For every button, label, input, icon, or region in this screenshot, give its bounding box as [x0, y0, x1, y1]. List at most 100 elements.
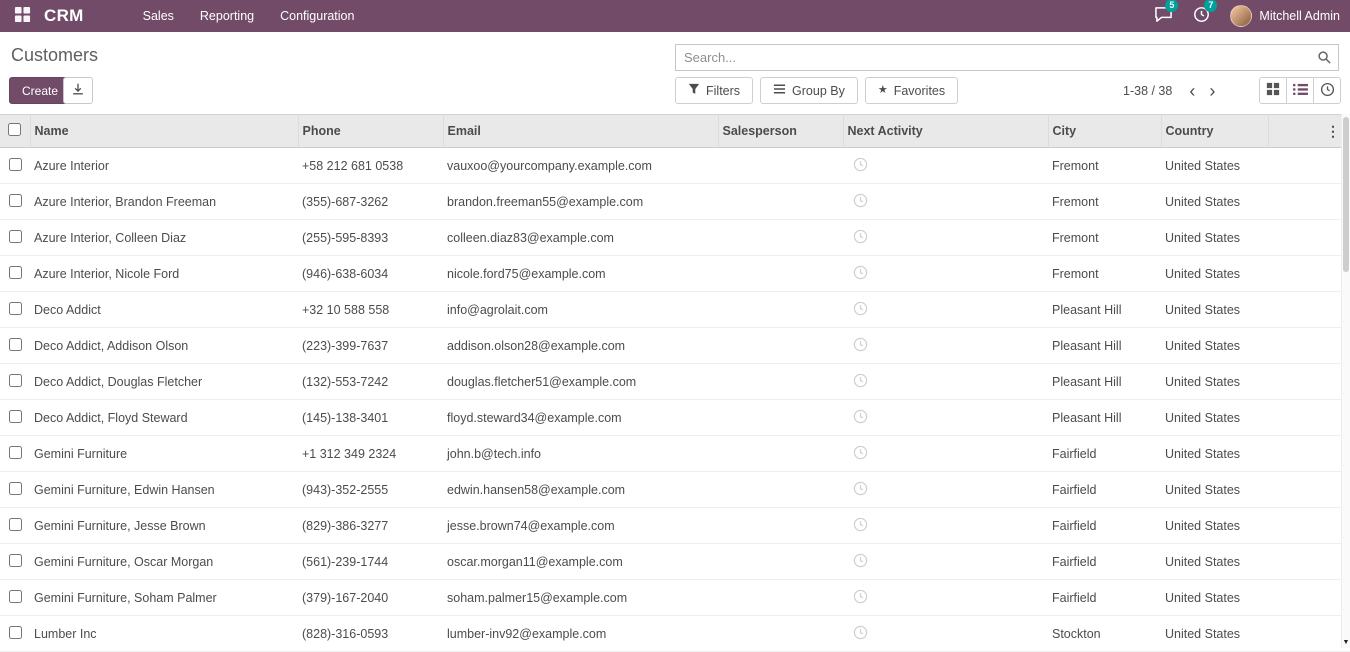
table-row[interactable]: Gemini Furniture, Edwin Hansen(943)-352-… [0, 472, 1350, 508]
cell-salesperson [718, 472, 843, 508]
activities-button[interactable]: 7 [1193, 6, 1210, 26]
cell-email: nicole.ford75@example.com [443, 256, 718, 292]
next-activity-clock-icon[interactable] [853, 589, 868, 604]
user-avatar [1230, 5, 1252, 27]
row-checkbox[interactable] [9, 518, 22, 531]
column-header-city[interactable]: City [1048, 115, 1161, 148]
table-row[interactable]: Azure Interior, Nicole Ford(946)-638-603… [0, 256, 1350, 292]
select-all-checkbox[interactable] [8, 123, 21, 136]
next-activity-clock-icon[interactable] [853, 265, 868, 280]
table-row[interactable]: Azure Interior, Brandon Freeman(355)-687… [0, 184, 1350, 220]
next-activity-clock-icon[interactable] [853, 193, 868, 208]
row-checkbox[interactable] [9, 266, 22, 279]
cell-salesperson [718, 328, 843, 364]
export-button[interactable] [63, 77, 93, 104]
row-checkbox[interactable] [9, 302, 22, 315]
cell-next-activity [843, 544, 1048, 580]
messages-button[interactable]: 5 [1154, 6, 1173, 26]
cell-salesperson [718, 508, 843, 544]
table-row[interactable]: Deco Addict+32 10 588 558info@agrolait.c… [0, 292, 1350, 328]
pager: 1-38 / 38 ‹ › [1123, 77, 1222, 104]
cell-next-activity [843, 292, 1048, 328]
next-activity-clock-icon[interactable] [853, 373, 868, 388]
menu-reporting[interactable]: Reporting [187, 0, 267, 32]
table-row[interactable]: Gemini Furniture, Soham Palmer(379)-167-… [0, 580, 1350, 616]
row-checkbox[interactable] [9, 158, 22, 171]
app-title[interactable]: CRM [44, 6, 84, 26]
filters-label: Filters [706, 84, 740, 98]
customer-table-body: Azure Interior+58 212 681 0538vauxoo@you… [0, 148, 1350, 652]
next-activity-clock-icon[interactable] [853, 625, 868, 640]
cell-phone: (132)-553-7242 [298, 364, 443, 400]
cell-name: Gemini Furniture, Jesse Brown [30, 508, 298, 544]
next-activity-clock-icon[interactable] [853, 445, 868, 460]
row-checkbox-cell [0, 328, 30, 364]
cell-next-activity [843, 616, 1048, 652]
pager-previous-button[interactable]: ‹ [1182, 81, 1202, 101]
next-activity-clock-icon[interactable] [853, 481, 868, 496]
next-activity-clock-icon[interactable] [853, 157, 868, 172]
row-checkbox[interactable] [9, 338, 22, 351]
menu-sales[interactable]: Sales [130, 0, 187, 32]
cell-name: Gemini Furniture, Oscar Morgan [30, 544, 298, 580]
favorites-button[interactable]: ★ Favorites [865, 77, 958, 104]
next-activity-clock-icon[interactable] [853, 301, 868, 316]
cell-email: lumber-inv92@example.com [443, 616, 718, 652]
filters-button[interactable]: Filters [675, 77, 753, 104]
column-header-country[interactable]: Country [1161, 115, 1268, 148]
row-checkbox[interactable] [9, 194, 22, 207]
row-checkbox[interactable] [9, 410, 22, 423]
row-checkbox[interactable] [9, 626, 22, 639]
pager-next-button[interactable]: › [1202, 81, 1222, 101]
row-checkbox[interactable] [9, 446, 22, 459]
table-row[interactable]: Azure Interior, Colleen Diaz(255)-595-83… [0, 220, 1350, 256]
scrollbar-thumb[interactable] [1343, 117, 1349, 272]
search-icon[interactable] [1317, 50, 1332, 68]
column-header-phone[interactable]: Phone [298, 115, 443, 148]
table-row[interactable]: Lumber Inc(828)-316-0593lumber-inv92@exa… [0, 616, 1350, 652]
next-activity-clock-icon[interactable] [853, 553, 868, 568]
next-activity-clock-icon[interactable] [853, 409, 868, 424]
table-row[interactable]: Deco Addict, Addison Olson(223)-399-7637… [0, 328, 1350, 364]
activity-view-button[interactable] [1313, 77, 1341, 104]
group-by-button[interactable]: Group By [760, 77, 858, 104]
table-row[interactable]: Gemini Furniture, Jesse Brown(829)-386-3… [0, 508, 1350, 544]
kanban-view-button[interactable] [1259, 77, 1287, 104]
table-row[interactable]: Deco Addict, Douglas Fletcher(132)-553-7… [0, 364, 1350, 400]
customer-table: Name Phone Email Salesperson Next Activi… [0, 114, 1350, 652]
row-checkbox[interactable] [9, 374, 22, 387]
row-checkbox[interactable] [9, 590, 22, 603]
next-activity-clock-icon[interactable] [853, 229, 868, 244]
optional-columns-toggle-icon[interactable]: ⋮ [1326, 123, 1340, 139]
menu-configuration[interactable]: Configuration [267, 0, 367, 32]
next-activity-clock-icon[interactable] [853, 517, 868, 532]
cell-city: Stockton [1048, 616, 1161, 652]
column-header-name[interactable]: Name [30, 115, 298, 148]
row-checkbox-cell [0, 292, 30, 328]
column-header-email[interactable]: Email [443, 115, 718, 148]
table-row[interactable]: Azure Interior+58 212 681 0538vauxoo@you… [0, 148, 1350, 184]
row-checkbox[interactable] [9, 230, 22, 243]
user-menu[interactable]: Mitchell Admin [1230, 5, 1340, 27]
scrollbar-down-arrow[interactable]: ▼ [1342, 638, 1350, 647]
row-checkbox[interactable] [9, 482, 22, 495]
cell-email: colleen.diaz83@example.com [443, 220, 718, 256]
list-view-button[interactable] [1286, 77, 1314, 104]
create-button[interactable]: Create [9, 77, 71, 104]
table-row[interactable]: Deco Addict, Floyd Steward(145)-138-3401… [0, 400, 1350, 436]
messages-badge: 5 [1165, 0, 1178, 12]
cell-salesperson [718, 220, 843, 256]
row-checkbox[interactable] [9, 554, 22, 567]
filter-funnel-icon [688, 83, 700, 98]
cell-next-activity [843, 364, 1048, 400]
column-header-next-activity[interactable]: Next Activity [843, 115, 1048, 148]
table-row[interactable]: Gemini Furniture+1 312 349 2324john.b@te… [0, 436, 1350, 472]
next-activity-clock-icon[interactable] [853, 337, 868, 352]
cell-next-activity [843, 220, 1048, 256]
apps-menu-button[interactable] [10, 4, 34, 28]
row-checkbox-cell [0, 616, 30, 652]
cell-salesperson [718, 292, 843, 328]
table-row[interactable]: Gemini Furniture, Oscar Morgan(561)-239-… [0, 544, 1350, 580]
search-input[interactable] [676, 45, 1338, 70]
column-header-salesperson[interactable]: Salesperson [718, 115, 843, 148]
